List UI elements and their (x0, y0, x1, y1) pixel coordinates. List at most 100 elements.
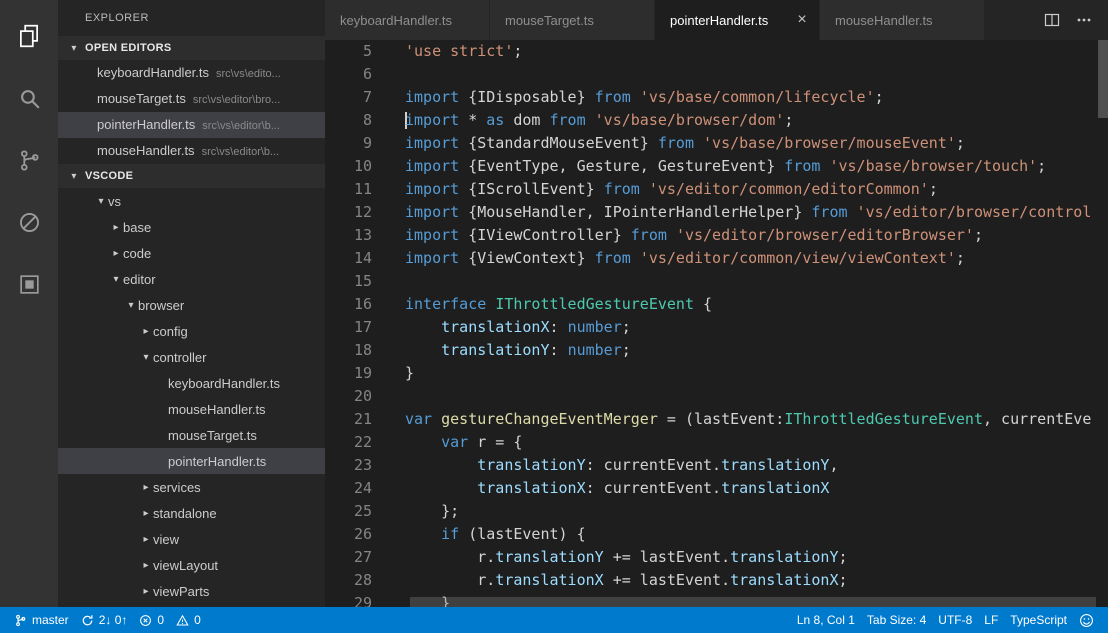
chevron-down-icon (109, 274, 123, 285)
code-line: 11import {IScrollEvent} from 'vs/editor/… (325, 178, 1108, 201)
tree-folder-browser[interactable]: browser (58, 292, 325, 318)
code-text: if (lastEvent) { (405, 523, 586, 546)
folder-section-header[interactable]: VSCODE (58, 164, 325, 188)
horizontal-scrollbar-thumb[interactable] (410, 597, 1096, 607)
vertical-scrollbar-thumb[interactable] (1098, 40, 1108, 118)
code-line: 10import {EventType, Gesture, GestureEve… (325, 155, 1108, 178)
code-text: r.translationY += lastEvent.translationY… (405, 546, 848, 569)
more-actions-icon[interactable] (1076, 12, 1092, 28)
code-line: 27 r.translationY += lastEvent.translati… (325, 546, 1108, 569)
editor-group: keyboardHandler.tsmouseTarget.tspointerH… (325, 0, 1108, 607)
line-number: 29 (325, 592, 372, 607)
code-line: 20 (325, 385, 1108, 408)
line-number: 11 (325, 178, 372, 201)
status-feedback[interactable] (1073, 613, 1100, 628)
tree-item-label: pointerHandler.ts (168, 454, 266, 469)
sidebar-explorer: EXPLORER OPEN EDITORS keyboardHandler.ts… (58, 0, 325, 607)
open-editors-header-label: OPEN EDITORS (85, 42, 172, 54)
close-icon[interactable]: × (793, 11, 811, 29)
code-text: 'use strict'; (405, 40, 522, 63)
tree-folder-base[interactable]: base (58, 214, 325, 240)
line-number: 21 (325, 408, 372, 431)
tree-folder-standalone[interactable]: standalone (58, 500, 325, 526)
open-editor-item[interactable]: mouseTarget.tssrc\vs\editor\bro... (58, 86, 325, 112)
line-number: 25 (325, 500, 372, 523)
chevron-down-icon (124, 300, 138, 311)
tree-item-label: viewParts (153, 584, 209, 599)
files-icon[interactable] (7, 14, 51, 58)
status-branch[interactable]: master (8, 607, 75, 633)
tree-file-mousetarget-ts[interactable]: mouseTarget.ts (58, 422, 325, 448)
code-text: interface IThrottledGestureEvent { (405, 293, 712, 316)
tree-folder-viewlayout[interactable]: viewLayout (58, 552, 325, 578)
code-text: translationY: number; (405, 339, 631, 362)
tree-folder-viewparts[interactable]: viewParts (58, 578, 325, 604)
chevron-down-icon (139, 352, 153, 363)
chevron-right-icon (139, 586, 153, 597)
tab-label: pointerHandler.ts (670, 13, 787, 28)
status-encoding[interactable]: UTF-8 (932, 613, 978, 627)
line-number: 13 (325, 224, 372, 247)
line-number: 12 (325, 201, 372, 224)
tree-item-label: controller (153, 350, 206, 365)
chevron-down-icon (67, 43, 81, 54)
activity-bar (0, 0, 58, 607)
open-editors-header[interactable]: OPEN EDITORS (58, 36, 325, 60)
line-number: 23 (325, 454, 372, 477)
status-language[interactable]: TypeScript (1004, 613, 1073, 627)
source-control-icon[interactable] (7, 138, 51, 182)
tree-item-label: viewLayout (153, 558, 218, 573)
tree-item-label: mouseHandler.ts (168, 402, 266, 417)
code-line: 6 (325, 63, 1108, 86)
open-editor-item[interactable]: pointerHandler.tssrc\vs\editor\b... (58, 112, 325, 138)
tree-folder-vs[interactable]: vs (58, 188, 325, 214)
status-tab-size[interactable]: Tab Size: 4 (861, 613, 932, 627)
tree-folder-view[interactable]: view (58, 526, 325, 552)
tab-mousetarget-ts[interactable]: mouseTarget.ts (490, 0, 655, 40)
code-text: translationX: number; (405, 316, 631, 339)
code-text: translationY: currentEvent.translationY, (405, 454, 839, 477)
open-editor-item[interactable]: mouseHandler.tssrc\vs\editor\b... (58, 138, 325, 164)
code-line: 13import {IViewController} from 'vs/edit… (325, 224, 1108, 247)
tree-file-mousehandler-ts[interactable]: mouseHandler.ts (58, 396, 325, 422)
horizontal-scrollbar[interactable] (410, 597, 1096, 607)
code-line: 17 translationX: number; (325, 316, 1108, 339)
status-errors[interactable]: 0 (133, 607, 170, 633)
tree-file-keyboardhandler-ts[interactable]: keyboardHandler.ts (58, 370, 325, 396)
tree-item-label: view (153, 532, 179, 547)
line-number: 27 (325, 546, 372, 569)
status-text: 0 (157, 613, 164, 627)
error-icon (139, 614, 152, 627)
code-line: 22 var r = { (325, 431, 1108, 454)
open-editor-item[interactable]: keyboardHandler.tssrc\vs\edito... (58, 60, 325, 86)
tree-file-pointerhandler-ts[interactable]: pointerHandler.ts (58, 448, 325, 474)
tree-folder-config[interactable]: config (58, 318, 325, 344)
tab-mousehandler-ts[interactable]: mouseHandler.ts (820, 0, 985, 40)
tree-folder-editor[interactable]: editor (58, 266, 325, 292)
code-editor[interactable]: 5'use strict';67import {IDisposable} fro… (325, 40, 1108, 607)
debug-icon[interactable] (7, 200, 51, 244)
tab-pointerhandler-ts[interactable]: pointerHandler.ts × (655, 0, 820, 40)
open-editor-name: pointerHandler.ts (97, 117, 195, 132)
status-sync[interactable]: 2↓ 0↑ (75, 607, 134, 633)
tree-folder-controller[interactable]: controller (58, 344, 325, 370)
tree-folder-code[interactable]: code (58, 240, 325, 266)
status-text: LF (984, 613, 998, 627)
vertical-scrollbar[interactable] (1098, 40, 1108, 607)
tree-folder-services[interactable]: services (58, 474, 325, 500)
status-text: 0 (194, 613, 201, 627)
open-editor-name: mouseTarget.ts (97, 91, 186, 106)
status-warnings[interactable]: 0 (170, 607, 207, 633)
branch-icon (14, 614, 27, 627)
status-cursor-position[interactable]: Ln 8, Col 1 (791, 613, 861, 627)
split-editor-icon[interactable] (1044, 12, 1060, 28)
code-line: 19} (325, 362, 1108, 385)
search-icon[interactable] (7, 76, 51, 120)
status-text: Ln 8, Col 1 (797, 613, 855, 627)
tab-keyboardhandler-ts[interactable]: keyboardHandler.ts (325, 0, 490, 40)
line-number: 18 (325, 339, 372, 362)
extensions-icon[interactable] (7, 262, 51, 306)
code-text: import {IDisposable} from 'vs/base/commo… (405, 86, 884, 109)
status-eol[interactable]: LF (978, 613, 1004, 627)
tabs-container: keyboardHandler.tsmouseTarget.tspointerH… (325, 0, 985, 40)
